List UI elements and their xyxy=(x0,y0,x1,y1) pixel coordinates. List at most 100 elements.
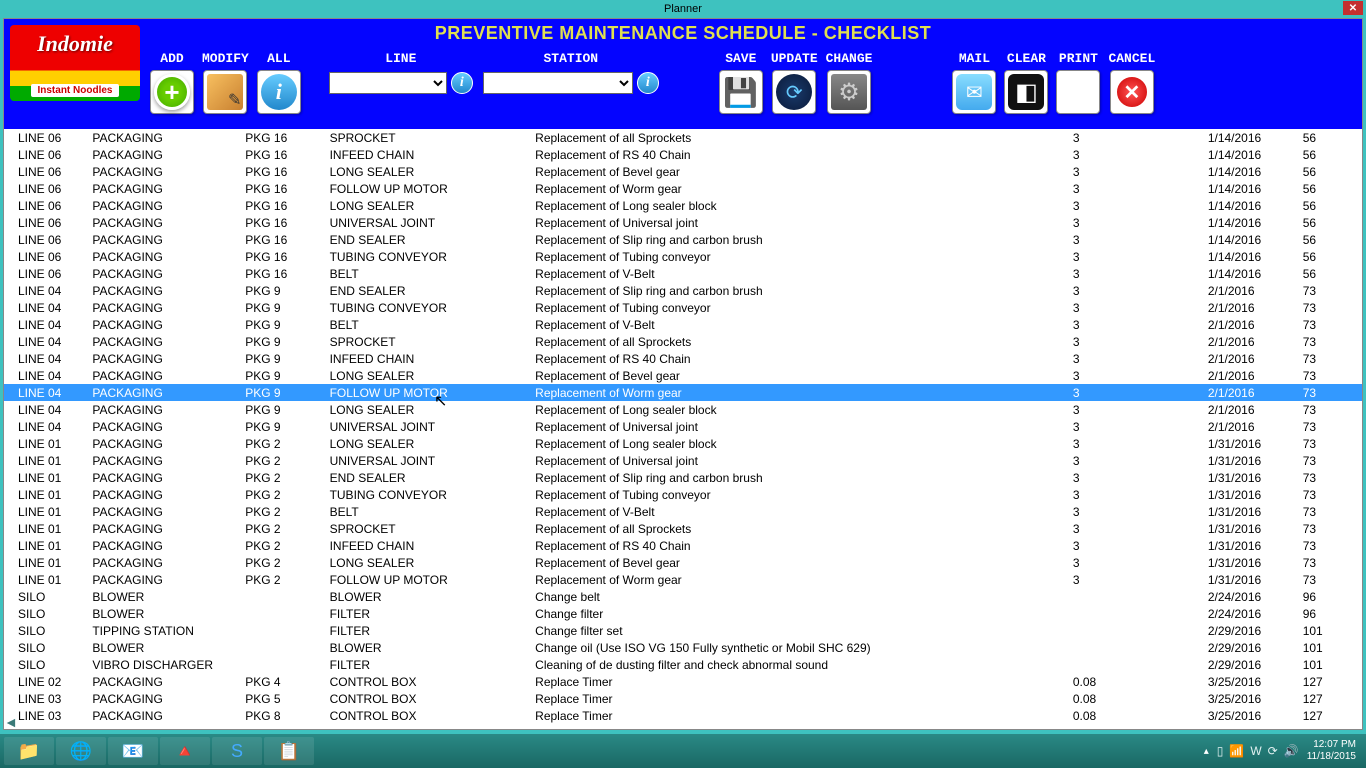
table-row[interactable]: LINE 01PACKAGINGPKG 2SPROCKETReplacement… xyxy=(4,520,1362,537)
cell-date: 1/31/2016 xyxy=(1204,469,1299,486)
brand-logo: Indomie Instant Noodles xyxy=(10,25,140,101)
update-label: UPDATE xyxy=(771,51,818,66)
table-row[interactable]: LINE 04PACKAGINGPKG 9INFEED CHAINReplace… xyxy=(4,350,1362,367)
cell-code xyxy=(241,622,325,639)
table-row[interactable]: SILOTIPPING STATIONFILTERChange filter s… xyxy=(4,622,1362,639)
cell-days: 73 xyxy=(1299,503,1362,520)
cell-code: PKG 9 xyxy=(241,333,325,350)
taskbar-skype[interactable]: S xyxy=(212,737,262,765)
taskbar-notepad[interactable]: 📋 xyxy=(264,737,314,765)
table-row[interactable]: LINE 01PACKAGINGPKG 2UNIVERSAL JOINTRepl… xyxy=(4,452,1362,469)
taskbar-explorer[interactable]: 📁 xyxy=(4,737,54,765)
line-info-button[interactable]: i xyxy=(451,72,473,94)
table-row[interactable]: LINE 06PACKAGINGPKG 16UNIVERSAL JOINTRep… xyxy=(4,214,1362,231)
cell-line: LINE 06 xyxy=(4,231,88,248)
table-row[interactable]: LINE 03PACKAGINGPKG 8CONTROL BOXReplace … xyxy=(4,707,1362,724)
signal-icon[interactable]: 📶 xyxy=(1229,744,1244,758)
update-button[interactable]: ⟳ xyxy=(772,70,816,114)
cell-line: LINE 01 xyxy=(4,452,88,469)
brand-name: Indomie xyxy=(37,31,113,57)
table-row[interactable]: LINE 01PACKAGINGPKG 2LONG SEALERReplacem… xyxy=(4,435,1362,452)
sync-icon[interactable]: ⟳ xyxy=(1268,744,1278,758)
taskbar[interactable]: 📁 🌐 📧 🔺 S 📋 ▴ ▯ 📶 W ⟳ 🔊 12:07 PM 11/18/2… xyxy=(0,734,1366,768)
data-grid[interactable]: LINE 06PACKAGINGPKG 16SPROCKETReplacemen… xyxy=(4,129,1362,729)
table-row[interactable]: LINE 04PACKAGINGPKG 9BELTReplacement of … xyxy=(4,316,1362,333)
cell-line: LINE 06 xyxy=(4,180,88,197)
change-button[interactable] xyxy=(827,70,871,114)
volume-icon[interactable]: 🔊 xyxy=(1284,744,1299,758)
cell-code: PKG 16 xyxy=(241,214,325,231)
cell-part: UNIVERSAL JOINT xyxy=(326,418,532,435)
print-button[interactable]: 🖨 xyxy=(1056,70,1100,114)
table-row[interactable]: LINE 06PACKAGINGPKG 16TUBING CONVEYORRep… xyxy=(4,248,1362,265)
taskbar-outlook[interactable]: 📧 xyxy=(108,737,158,765)
eraser-icon: ◧ xyxy=(1008,74,1044,110)
station-dropdown[interactable] xyxy=(483,72,633,94)
table-row[interactable]: SILOBLOWERBLOWERChange oil (Use ISO VG 1… xyxy=(4,639,1362,656)
table-row[interactable]: LINE 06PACKAGINGPKG 16LONG SEALERReplace… xyxy=(4,163,1362,180)
cell-days: 101 xyxy=(1299,656,1362,673)
table-row[interactable]: SILOBLOWERBLOWERChange belt2/24/201696 xyxy=(4,588,1362,605)
taskbar-chrome[interactable]: 🌐 xyxy=(56,737,106,765)
cell-date: 2/1/2016 xyxy=(1204,367,1299,384)
clear-button[interactable]: ◧ xyxy=(1004,70,1048,114)
table-row[interactable]: LINE 01PACKAGINGPKG 2END SEALERReplaceme… xyxy=(4,469,1362,486)
table-row[interactable]: LINE 06PACKAGINGPKG 16LONG SEALERReplace… xyxy=(4,197,1362,214)
cell-desc: Replacement of Slip ring and carbon brus… xyxy=(531,231,1069,248)
cell-code: PKG 2 xyxy=(241,435,325,452)
cell-code: PKG 16 xyxy=(241,163,325,180)
table-row[interactable]: LINE 06PACKAGINGPKG 16FOLLOW UP MOTORRep… xyxy=(4,180,1362,197)
table-row[interactable]: LINE 04PACKAGINGPKG 9FOLLOW UP MOTORRepl… xyxy=(4,384,1362,401)
table-row[interactable]: LINE 01PACKAGINGPKG 2LONG SEALERReplacem… xyxy=(4,554,1362,571)
cell-qty: 3 xyxy=(1069,333,1204,350)
table-row[interactable]: LINE 02PACKAGINGPKG 4CONTROL BOXReplace … xyxy=(4,673,1362,690)
save-button[interactable]: 💾 xyxy=(719,70,763,114)
table-row[interactable]: LINE 04PACKAGINGPKG 9END SEALERReplaceme… xyxy=(4,282,1362,299)
add-button[interactable]: + xyxy=(150,70,194,114)
table-row[interactable]: LINE 06PACKAGINGPKG 16END SEALERReplacem… xyxy=(4,231,1362,248)
word-icon[interactable]: W xyxy=(1250,744,1261,758)
cell-code: PKG 16 xyxy=(241,129,325,146)
modify-button[interactable] xyxy=(203,70,247,114)
station-info-button[interactable]: i xyxy=(637,72,659,94)
table-row[interactable]: LINE 06PACKAGINGPKG 16INFEED CHAINReplac… xyxy=(4,146,1362,163)
add-label: ADD xyxy=(160,51,183,66)
cell-code xyxy=(241,588,325,605)
system-tray[interactable]: ▴ ▯ 📶 W ⟳ 🔊 12:07 PM 11/18/2015 xyxy=(1204,739,1362,763)
cell-desc: Change filter xyxy=(531,605,1069,622)
cell-code: PKG 2 xyxy=(241,537,325,554)
table-row[interactable]: LINE 04PACKAGINGPKG 9LONG SEALERReplacem… xyxy=(4,401,1362,418)
cancel-button[interactable]: ✕ xyxy=(1110,70,1154,114)
table-row[interactable]: LINE 04PACKAGINGPKG 9LONG SEALERReplacem… xyxy=(4,367,1362,384)
table-row[interactable]: LINE 01PACKAGINGPKG 2INFEED CHAINReplace… xyxy=(4,537,1362,554)
battery-icon[interactable]: ▯ xyxy=(1217,744,1224,758)
table-row[interactable]: LINE 04PACKAGINGPKG 9TUBING CONVEYORRepl… xyxy=(4,299,1362,316)
table-row[interactable]: LINE 06PACKAGINGPKG 16SPROCKETReplacemen… xyxy=(4,129,1362,146)
cell-days: 56 xyxy=(1299,129,1362,146)
table-row[interactable]: SILOVIBRO DISCHARGERFILTERCleaning of de… xyxy=(4,656,1362,673)
cell-line: LINE 04 xyxy=(4,316,88,333)
table-row[interactable]: LINE 01PACKAGINGPKG 2TUBING CONVEYORRepl… xyxy=(4,486,1362,503)
scroll-left-arrow[interactable]: ◄ xyxy=(4,714,18,730)
all-button[interactable]: i xyxy=(257,70,301,114)
table-row[interactable]: LINE 01PACKAGINGPKG 2BELTReplacement of … xyxy=(4,503,1362,520)
cell-code: PKG 16 xyxy=(241,146,325,163)
table-row[interactable]: SILOBLOWERFILTERChange filter2/24/201696 xyxy=(4,605,1362,622)
taskbar-clock[interactable]: 12:07 PM 11/18/2015 xyxy=(1307,739,1356,763)
line-dropdown[interactable] xyxy=(329,72,447,94)
table-row[interactable]: LINE 01PACKAGINGPKG 2FOLLOW UP MOTORRepl… xyxy=(4,571,1362,588)
taskbar-vlc[interactable]: 🔺 xyxy=(160,737,210,765)
window-close-button[interactable]: ✕ xyxy=(1343,1,1363,15)
cell-part: FILTER xyxy=(326,656,532,673)
table-row[interactable]: LINE 03PACKAGINGPKG 5CONTROL BOXReplace … xyxy=(4,690,1362,707)
cell-days: 127 xyxy=(1299,673,1362,690)
cell-qty: 3 xyxy=(1069,469,1204,486)
mail-button[interactable]: ✉ xyxy=(952,70,996,114)
cell-part: FOLLOW UP MOTOR xyxy=(326,384,532,401)
table-row[interactable]: LINE 06PACKAGINGPKG 16BELTReplacement of… xyxy=(4,265,1362,282)
tray-expand-icon[interactable]: ▴ xyxy=(1204,746,1209,757)
cell-part: END SEALER xyxy=(326,231,532,248)
cell-part: END SEALER xyxy=(326,469,532,486)
table-row[interactable]: LINE 04PACKAGINGPKG 9UNIVERSAL JOINTRepl… xyxy=(4,418,1362,435)
table-row[interactable]: LINE 04PACKAGINGPKG 9SPROCKETReplacement… xyxy=(4,333,1362,350)
